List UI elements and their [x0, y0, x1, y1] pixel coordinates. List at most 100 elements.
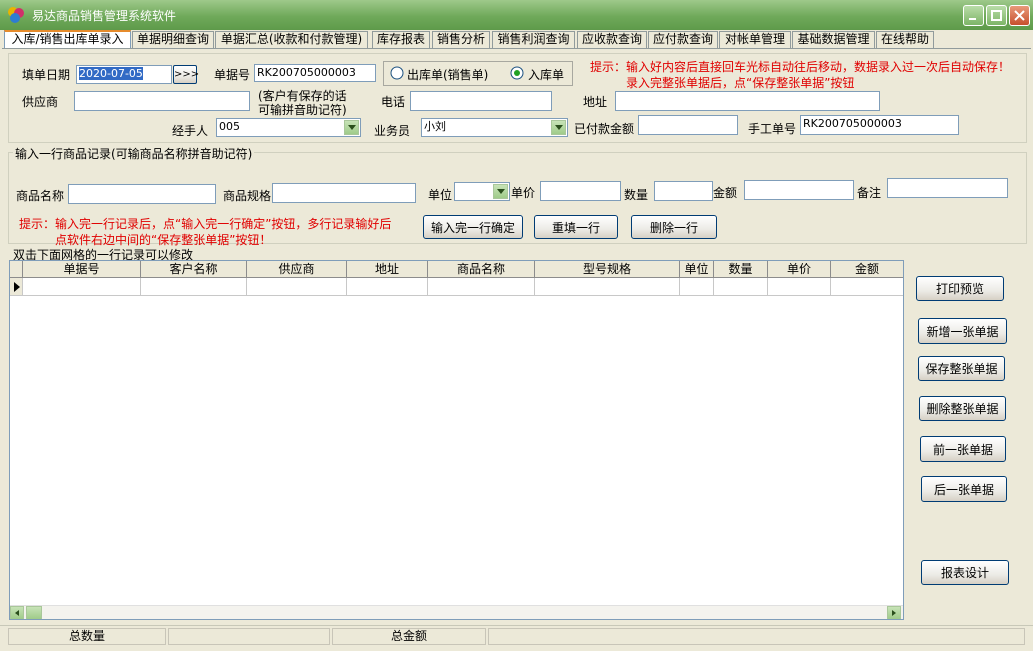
close-button[interactable]	[1009, 5, 1030, 26]
supplier-field[interactable]	[74, 91, 250, 111]
col-header-spec[interactable]: 型号规格	[535, 261, 680, 278]
table-cell[interactable]	[714, 278, 768, 296]
minimize-button[interactable]	[963, 5, 984, 26]
doc-no-field[interactable]: RK200705000003	[254, 64, 376, 82]
header-hint-2: 录入完整张单据后，点“保存整张单据”按钮	[626, 76, 855, 90]
tab-summary[interactable]: 单据汇总(收款和付款管理)	[215, 31, 368, 48]
chevron-down-icon	[348, 125, 356, 130]
save-doc-button[interactable]: 保存整张单据	[918, 356, 1005, 381]
horizontal-scrollbar[interactable]	[10, 605, 903, 619]
unit-select[interactable]	[454, 182, 510, 201]
col-header-address[interactable]: 地址	[347, 261, 428, 278]
table-cell[interactable]	[535, 278, 680, 296]
handler-select[interactable]: 005	[216, 118, 361, 137]
date-picker-button[interactable]: >>>	[173, 65, 199, 84]
address-label: 地址	[583, 95, 608, 109]
amount-field[interactable]	[744, 180, 854, 200]
table-cell[interactable]	[23, 278, 141, 296]
tab-sales-analysis[interactable]: 销售分析	[432, 31, 490, 48]
status-bar: 总数量 总金额	[0, 625, 1033, 651]
tab-base-data[interactable]: 基础数据管理	[792, 31, 875, 48]
price-label: 单价	[511, 186, 536, 200]
total-amount-label: 总金额	[332, 628, 486, 645]
tab-receivable[interactable]: 应收款查询	[577, 31, 647, 48]
tab-statement[interactable]: 对帐单管理	[719, 31, 791, 48]
price-field[interactable]	[540, 181, 621, 201]
doc-no-label: 单据号	[214, 68, 251, 82]
confirm-row-button[interactable]: 输入完一行确定	[423, 215, 523, 239]
line-hint-1: 提示：输入完一行记录后，点“输入完一行确定”按钮，多行记录输好后	[19, 217, 392, 231]
col-header-doc-no[interactable]: 单据号	[23, 261, 141, 278]
unit-dropdown-button[interactable]	[493, 184, 508, 199]
table-cell[interactable]	[347, 278, 428, 296]
radio-in-label[interactable]: 入库单	[528, 66, 564, 83]
print-preview-button[interactable]: 打印预览	[916, 276, 1004, 301]
scroll-left-button[interactable]	[10, 606, 24, 619]
phone-label: 电话	[381, 95, 406, 109]
window-title: 易达商品销售管理系统软件	[32, 9, 177, 23]
chevron-down-icon	[497, 189, 505, 194]
header-hint-1: 提示：输入好内容后直接回车光标自动往后移动，数据录入过一次后自动保存！	[590, 60, 1011, 74]
unit-label: 单位	[428, 188, 453, 202]
table-cell[interactable]	[247, 278, 347, 296]
chevron-right-icon	[892, 610, 896, 616]
delete-row-button[interactable]: 删除一行	[631, 215, 717, 239]
tab-online-help[interactable]: 在线帮助	[876, 31, 934, 48]
table-cell[interactable]	[141, 278, 247, 296]
radio-out-label[interactable]: 出库单(销售单)	[407, 66, 488, 83]
salesman-dropdown-button[interactable]	[551, 120, 566, 135]
new-doc-button[interactable]: 新增一张单据	[918, 318, 1007, 344]
report-design-button[interactable]: 报表设计	[921, 560, 1009, 585]
quantity-field[interactable]	[654, 181, 713, 201]
radio-in-icon[interactable]	[510, 66, 524, 80]
delete-doc-button[interactable]: 删除整张单据	[919, 396, 1006, 421]
radio-out-icon[interactable]	[390, 66, 404, 80]
paid-label: 已付款金额	[574, 122, 635, 136]
tab-stock-report[interactable]: 库存报表	[372, 31, 430, 48]
handler-dropdown-button[interactable]	[344, 120, 359, 135]
tab-profit-query[interactable]: 销售利润查询	[492, 31, 575, 48]
total-amount-value	[488, 628, 1025, 645]
product-spec-field[interactable]	[272, 183, 416, 203]
col-header-qty[interactable]: 数量	[714, 261, 768, 278]
total-qty-value	[168, 628, 330, 645]
prev-doc-button[interactable]: 前一张单据	[920, 436, 1006, 462]
handler-value: 005	[219, 120, 240, 133]
col-header-supplier[interactable]: 供应商	[247, 261, 347, 278]
app-logo-icon	[8, 7, 24, 23]
col-header-product[interactable]: 商品名称	[428, 261, 535, 278]
scroll-right-button[interactable]	[887, 606, 901, 619]
tab-detail-query[interactable]: 单据明细查询	[132, 31, 214, 48]
refill-row-button[interactable]: 重填一行	[534, 215, 618, 239]
manual-no-field[interactable]: RK200705000003	[800, 115, 959, 135]
table-cell[interactable]	[831, 278, 903, 296]
supplier-note-2: 可输拼音助记符)	[258, 103, 347, 117]
table-cell[interactable]	[428, 278, 535, 296]
tab-payable[interactable]: 应付款查询	[648, 31, 718, 48]
scroll-thumb[interactable]	[26, 606, 42, 619]
col-header-price[interactable]: 单价	[768, 261, 831, 278]
product-name-label: 商品名称	[16, 189, 65, 203]
date-label: 填单日期	[22, 68, 71, 82]
paid-field[interactable]	[638, 115, 738, 135]
maximize-button[interactable]	[986, 5, 1007, 26]
tab-stock-entry[interactable]: 入库/销售出库单录入	[4, 30, 131, 49]
total-qty-label: 总数量	[8, 628, 166, 645]
salesman-select[interactable]: 小刘	[421, 118, 568, 137]
product-name-field[interactable]	[68, 184, 216, 204]
table-cell[interactable]	[680, 278, 714, 296]
address-field[interactable]	[615, 91, 880, 111]
minimize-icon	[969, 18, 976, 20]
phone-field[interactable]	[410, 91, 552, 111]
table-cell[interactable]	[768, 278, 831, 296]
grid-corner	[10, 261, 23, 278]
salesman-label: 业务员	[374, 124, 411, 138]
note-field[interactable]	[887, 178, 1008, 198]
next-doc-button[interactable]: 后一张单据	[921, 476, 1007, 502]
row-indicator[interactable]	[10, 278, 23, 296]
col-header-customer[interactable]: 客户名称	[141, 261, 247, 278]
date-field[interactable]: 2020-07-05	[76, 65, 172, 84]
col-header-amount[interactable]: 金额	[831, 261, 903, 278]
records-grid[interactable]: 单据号 客户名称 供应商 地址 商品名称 型号规格 单位 数量 单价 金额	[9, 260, 904, 620]
col-header-unit[interactable]: 单位	[680, 261, 714, 278]
